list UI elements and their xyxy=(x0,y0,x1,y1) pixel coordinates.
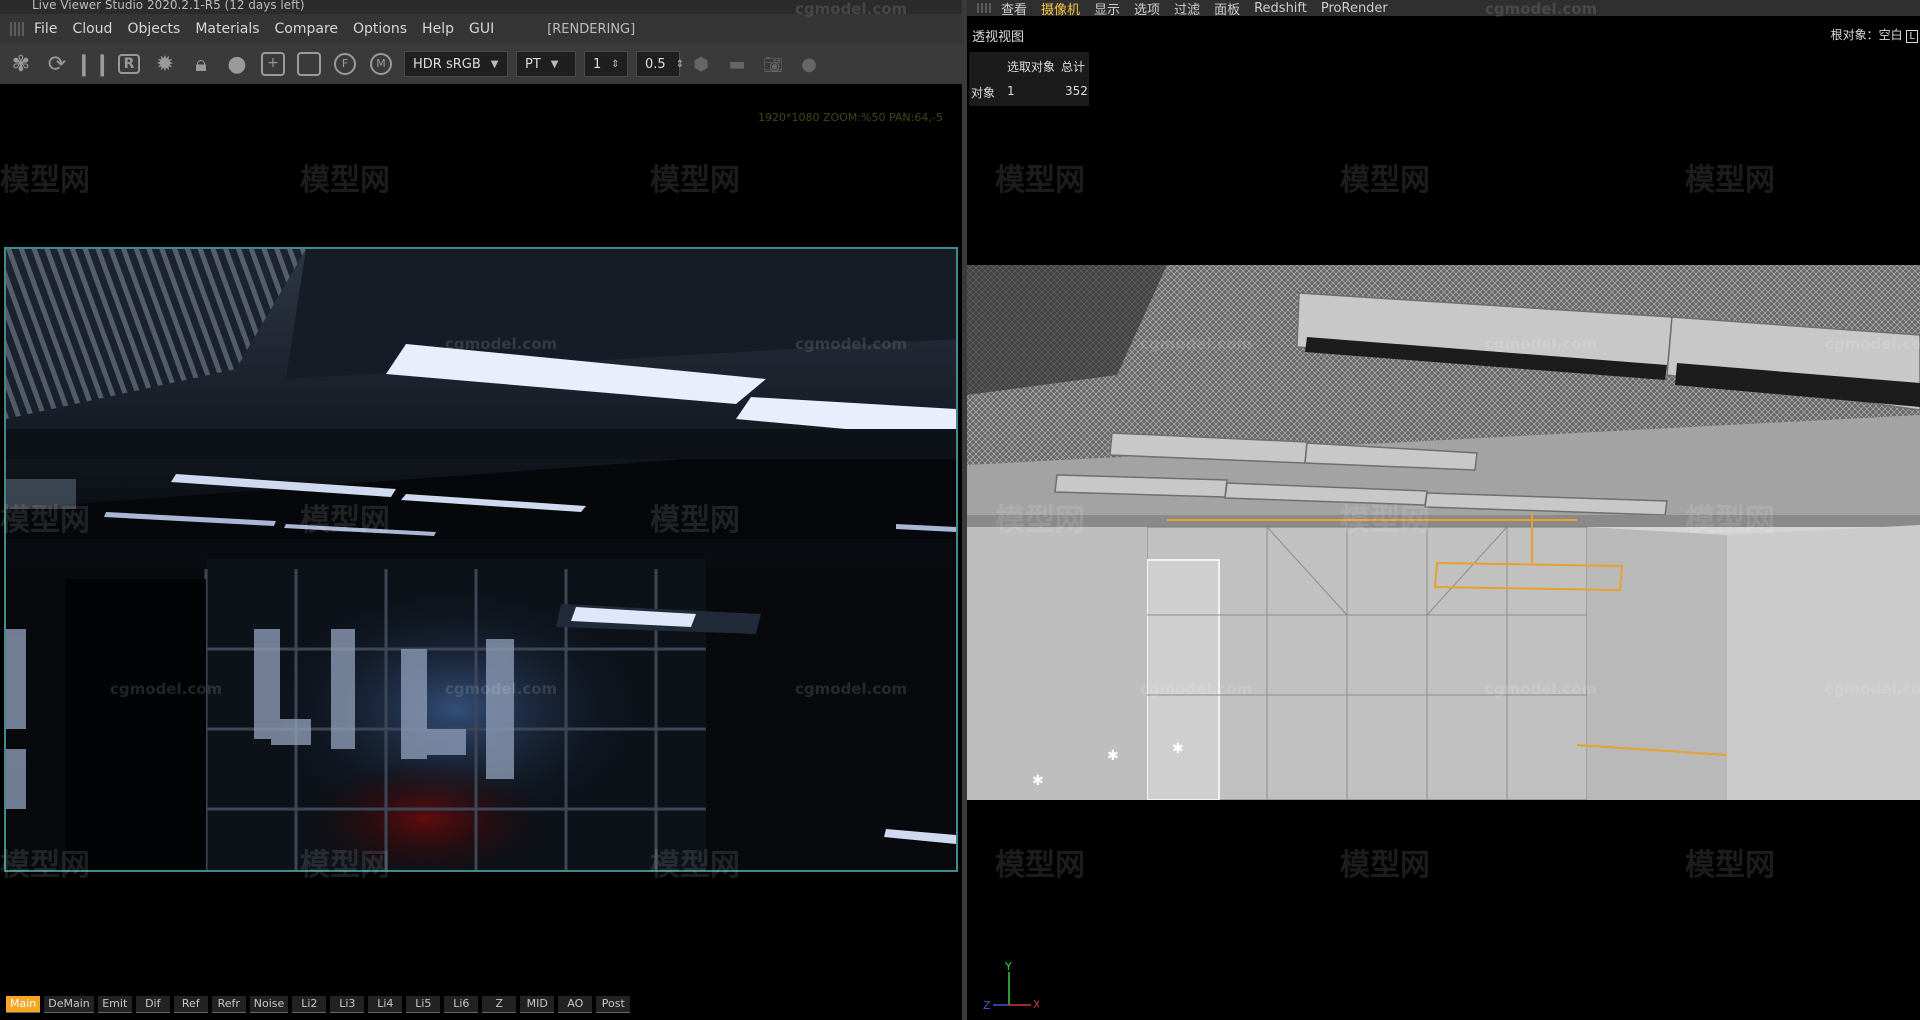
chevron-down-icon: ▼ xyxy=(490,58,499,70)
axis-gizmo: Y X Z xyxy=(969,960,1041,1012)
menu-options[interactable]: Options xyxy=(353,21,407,37)
color-mode-select[interactable]: HDR sRGB ▼ xyxy=(404,51,508,77)
spinner-b-value: 0.5 xyxy=(645,56,666,72)
spinner-b[interactable]: 0.5 ⇕ xyxy=(636,51,684,77)
spinner-a-value: 1 xyxy=(593,56,602,72)
window-titlebar: Live Viewer Studio 2020.2.1-R5 (12 days … xyxy=(0,0,962,14)
menu-prorender[interactable]: ProRender xyxy=(1321,1,1388,16)
pass-li2[interactable]: Li2 xyxy=(292,995,327,1013)
menu-options[interactable]: 选项 xyxy=(1134,0,1160,18)
pass-refr[interactable]: Refr xyxy=(211,995,246,1013)
live-viewer-window: Live Viewer Studio 2020.2.1-R5 (12 days … xyxy=(0,0,962,1020)
wireframe-image: ✱ ✱ ✱ xyxy=(967,265,1920,800)
pass-ao[interactable]: AO xyxy=(558,995,593,1013)
lock-icon[interactable]: 🔒︎ xyxy=(186,49,216,79)
stats-header-selected: 选取对象 xyxy=(1007,60,1056,74)
pass-li5[interactable]: Li5 xyxy=(406,995,441,1013)
chevron-down-icon: ▼ xyxy=(550,58,559,70)
grip-handle-icon[interactable] xyxy=(10,22,24,36)
pause-icon[interactable]: ❙❙ xyxy=(75,49,112,79)
axis-y-label: Y xyxy=(1004,960,1012,973)
pass-ref[interactable]: Ref xyxy=(173,995,208,1013)
flower-icon[interactable]: ✾ xyxy=(6,49,36,79)
menu-camera[interactable]: 摄像机 xyxy=(1041,0,1080,18)
wireframe-viewport[interactable]: ✱ ✱ ✱ xyxy=(967,265,1920,800)
light-marker: ✱ xyxy=(1107,748,1119,764)
menu-view[interactable]: 查看 xyxy=(1001,0,1027,18)
pass-post[interactable]: Post xyxy=(596,995,631,1013)
menu-cloud[interactable]: Cloud xyxy=(72,21,112,37)
root-object-label: 根对象：空白 L xyxy=(1831,26,1918,43)
layout-icon[interactable]: L xyxy=(1906,30,1918,43)
pass-li3[interactable]: Li3 xyxy=(330,995,365,1013)
axis-gizmo-icon: Y X Z xyxy=(983,960,1041,1012)
sphere-dark-icon[interactable]: ● xyxy=(794,49,824,79)
material-icon[interactable]: M xyxy=(366,49,396,79)
pass-li4[interactable]: Li4 xyxy=(368,995,403,1013)
light-marker: ✱ xyxy=(1032,773,1044,789)
menu-display[interactable]: 显示 xyxy=(1094,0,1120,18)
kernel-value: PT xyxy=(525,56,541,72)
menu-compare[interactable]: Compare xyxy=(275,21,339,37)
grip-handle-icon[interactable] xyxy=(977,3,991,13)
render-status: [RENDERING] xyxy=(547,21,636,37)
viewport-title: 透视视图 xyxy=(972,30,1025,45)
spin-arrows-icon: ⇕ xyxy=(611,58,620,70)
region-box-icon[interactable] xyxy=(294,49,324,79)
spinner-a[interactable]: 1 ⇕ xyxy=(584,51,628,77)
stats-row-label: 对象 xyxy=(971,86,996,100)
film-icon[interactable]: F xyxy=(330,49,360,79)
hexagon-icon[interactable]: ⬢ xyxy=(686,49,716,79)
kernel-select[interactable]: PT ▼ xyxy=(516,51,576,77)
stats-header-total: 总计 xyxy=(1061,60,1086,74)
pass-mid[interactable]: MID xyxy=(520,995,555,1013)
menu-materials[interactable]: Materials xyxy=(195,21,259,37)
pass-demain[interactable]: DeMain xyxy=(44,995,94,1013)
pass-main[interactable]: Main xyxy=(6,995,41,1013)
zoom-info: 1920*1080 ZOOM:%50 PAN:64,-5 xyxy=(758,111,943,124)
menu-gui[interactable]: GUI xyxy=(469,21,494,37)
menu-panel[interactable]: 面板 xyxy=(1214,0,1240,18)
menu-filter[interactable]: 过滤 xyxy=(1174,0,1200,18)
pass-li6[interactable]: Li6 xyxy=(444,995,479,1013)
menu-bar: File Cloud Objects Materials Compare Opt… xyxy=(0,14,962,44)
render-image xyxy=(6,249,956,870)
color-mode-value: HDR sRGB xyxy=(413,56,481,72)
menu-redshift[interactable]: Redshift xyxy=(1254,1,1307,16)
axis-z-label: Z xyxy=(983,999,991,1010)
menu-file[interactable]: File xyxy=(34,21,57,37)
toolbar: ✾ ⟳ ❙❙ R ✹ 🔒︎ ● + F M HDR sRGB ▼ PT ▼ 1 ⇕ 0… xyxy=(0,44,962,84)
pass-emit[interactable]: Emit xyxy=(97,995,132,1013)
pass-noise[interactable]: Noise xyxy=(249,995,289,1013)
region-render-icon[interactable]: R xyxy=(114,49,144,79)
menu-objects[interactable]: Objects xyxy=(127,21,180,37)
camera-icon[interactable]: 📷︎ xyxy=(758,49,788,79)
render-pass-bar: Main DeMain Emit Dif Ref Refr Noise Li2 … xyxy=(0,993,962,1015)
axis-x-label: X xyxy=(1033,998,1039,1010)
film-strip-icon[interactable]: ▬ xyxy=(722,49,752,79)
settings-gear-icon[interactable]: ✹ xyxy=(150,49,180,79)
root-object-text: 根对象：空白 xyxy=(1830,28,1903,42)
stats-total-count: 352 xyxy=(1065,84,1088,98)
viewport-header: 透视视图 根对象：空白 L xyxy=(967,20,1920,46)
add-region-icon[interactable]: + xyxy=(258,49,288,79)
refresh-icon[interactable]: ⟳ xyxy=(42,49,72,79)
c4d-viewport-window: 查看 摄像机 显示 选项 过滤 面板 Redshift ProRender 透视… xyxy=(967,0,1920,1020)
pass-z[interactable]: Z xyxy=(482,995,517,1013)
viewport-menu-bar: 查看 摄像机 显示 选项 过滤 面板 Redshift ProRender xyxy=(967,0,1920,18)
sphere-icon[interactable]: ● xyxy=(222,49,252,79)
stats-selected-count: 1 xyxy=(1007,84,1015,98)
light-marker: ✱ xyxy=(1172,741,1184,757)
object-stats-panel: 选取对象 总计 对象 1 352 xyxy=(969,52,1089,106)
menu-help[interactable]: Help xyxy=(422,21,454,37)
pass-dif[interactable]: Dif xyxy=(135,995,170,1013)
render-viewport[interactable] xyxy=(4,247,958,872)
spin-arrows-icon: ⇕ xyxy=(675,58,685,70)
window-title: Live Viewer Studio 2020.2.1-R5 (12 days … xyxy=(32,0,305,12)
